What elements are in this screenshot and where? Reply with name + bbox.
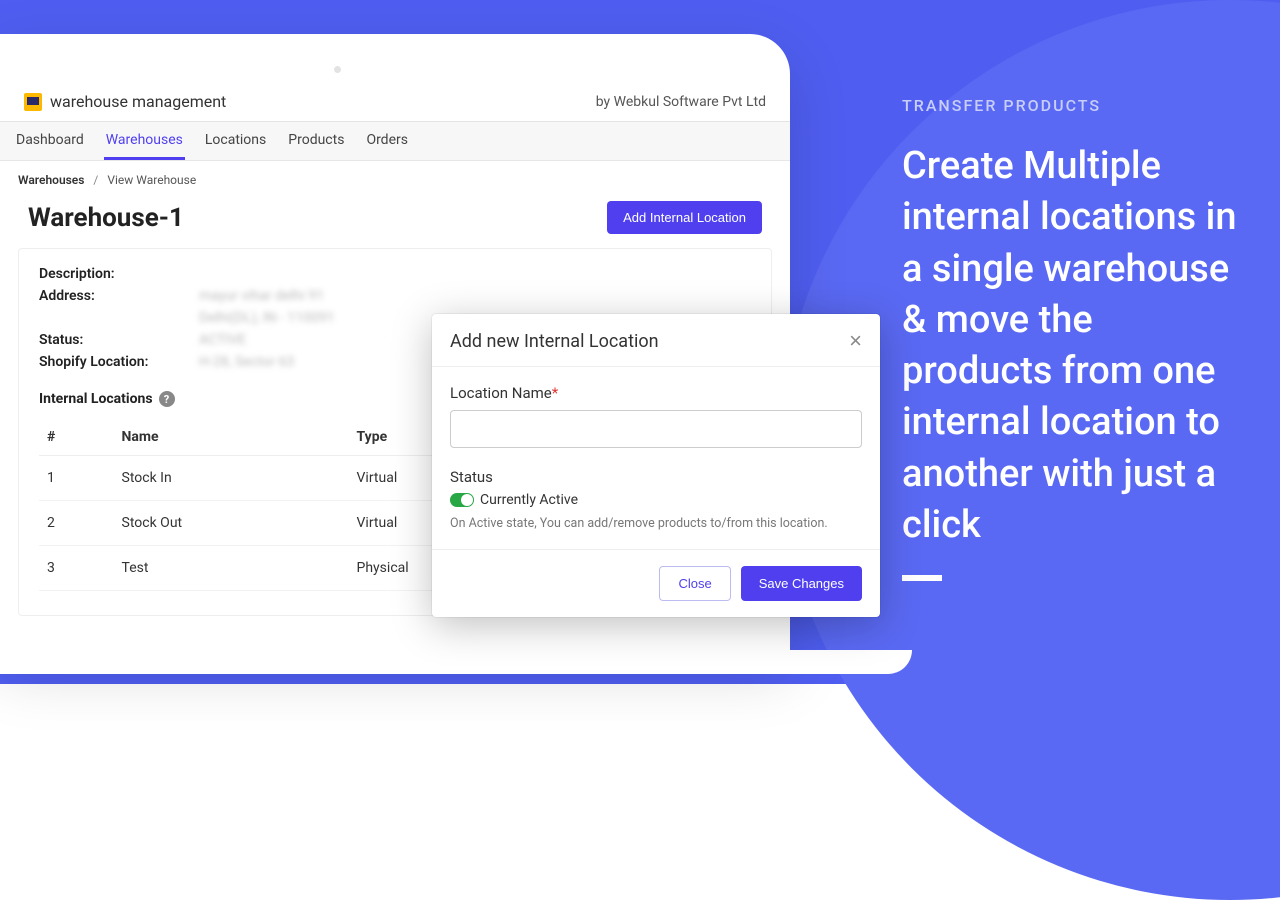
save-changes-button[interactable]: Save Changes — [741, 566, 862, 601]
tab-warehouses[interactable]: Warehouses — [104, 122, 185, 160]
app-byline: by Webkul Software Pvt Ltd — [596, 94, 766, 110]
col-name: Name — [114, 419, 349, 456]
tab-orders[interactable]: Orders — [364, 122, 410, 160]
shopify-value: H-28, Sector 63 — [199, 354, 294, 370]
status-helper-text: On Active state, You can add/remove prod… — [450, 516, 862, 531]
camera-dot-icon — [334, 66, 341, 73]
page-head: Warehouse-1 Add Internal Location — [0, 193, 790, 248]
hero-underline — [902, 575, 942, 581]
laptop-base — [0, 650, 912, 674]
modal-header: Add new Internal Location × — [432, 314, 880, 367]
close-button[interactable]: Close — [659, 566, 730, 601]
help-icon[interactable]: ? — [159, 391, 175, 407]
hero-text: TRANSFER PRODUCTS Create Multiple intern… — [902, 96, 1242, 581]
breadcrumb-link[interactable]: Warehouses — [18, 173, 84, 187]
app-logo-icon — [24, 93, 42, 111]
status-toggle-row: Currently Active — [450, 492, 862, 508]
page-title: Warehouse-1 — [28, 203, 184, 233]
tab-dashboard[interactable]: Dashboard — [14, 122, 86, 160]
location-name-label: Location Name* — [450, 384, 558, 402]
add-internal-location-button[interactable]: Add Internal Location — [607, 201, 762, 234]
close-icon[interactable]: × — [849, 330, 862, 352]
add-location-modal: Add new Internal Location × Location Nam… — [432, 314, 880, 617]
modal-footer: Close Save Changes — [432, 549, 880, 617]
status-toggle[interactable] — [450, 493, 474, 507]
app-header: warehouse management by Webkul Software … — [0, 82, 790, 122]
tab-locations[interactable]: Locations — [203, 122, 268, 160]
app-title: warehouse management — [50, 92, 226, 111]
field-description: Description: — [39, 263, 751, 285]
description-label: Description: — [39, 266, 179, 282]
internal-locations-text: Internal Locations — [39, 391, 153, 407]
app-header-left: warehouse management — [24, 92, 226, 111]
breadcrumb-current: View Warehouse — [107, 173, 196, 187]
field-address: Address: mayur vihar delhi 91 — [39, 285, 751, 307]
col-num: # — [39, 419, 114, 456]
required-asterisk: * — [552, 384, 558, 402]
breadcrumb: Warehouses / View Warehouse — [0, 161, 790, 193]
modal-body: Location Name* Status Currently Active O… — [432, 367, 880, 549]
nav-tabs: Dashboard Warehouses Locations Products … — [0, 122, 790, 161]
address-value-1: mayur vihar delhi 91 — [199, 288, 324, 304]
status-toggle-label: Currently Active — [480, 492, 578, 508]
status-value: ACTIVE — [199, 332, 246, 348]
breadcrumb-sep: / — [87, 173, 104, 187]
modal-title: Add new Internal Location — [450, 331, 659, 352]
status-label: Status: — [39, 332, 179, 348]
status-block: Status Currently Active On Active state,… — [450, 468, 862, 531]
address-label: Address: — [39, 288, 179, 304]
hero-eyebrow: TRANSFER PRODUCTS — [902, 96, 1242, 115]
hero-heading: Create Multiple internal locations in a … — [902, 141, 1242, 551]
shopify-label: Shopify Location: — [39, 354, 179, 370]
tab-products[interactable]: Products — [286, 122, 346, 160]
modal-status-label: Status — [450, 468, 862, 486]
address-value-2: Delhi(DL), IN - 110091 — [199, 310, 335, 326]
location-name-input[interactable] — [450, 410, 862, 448]
